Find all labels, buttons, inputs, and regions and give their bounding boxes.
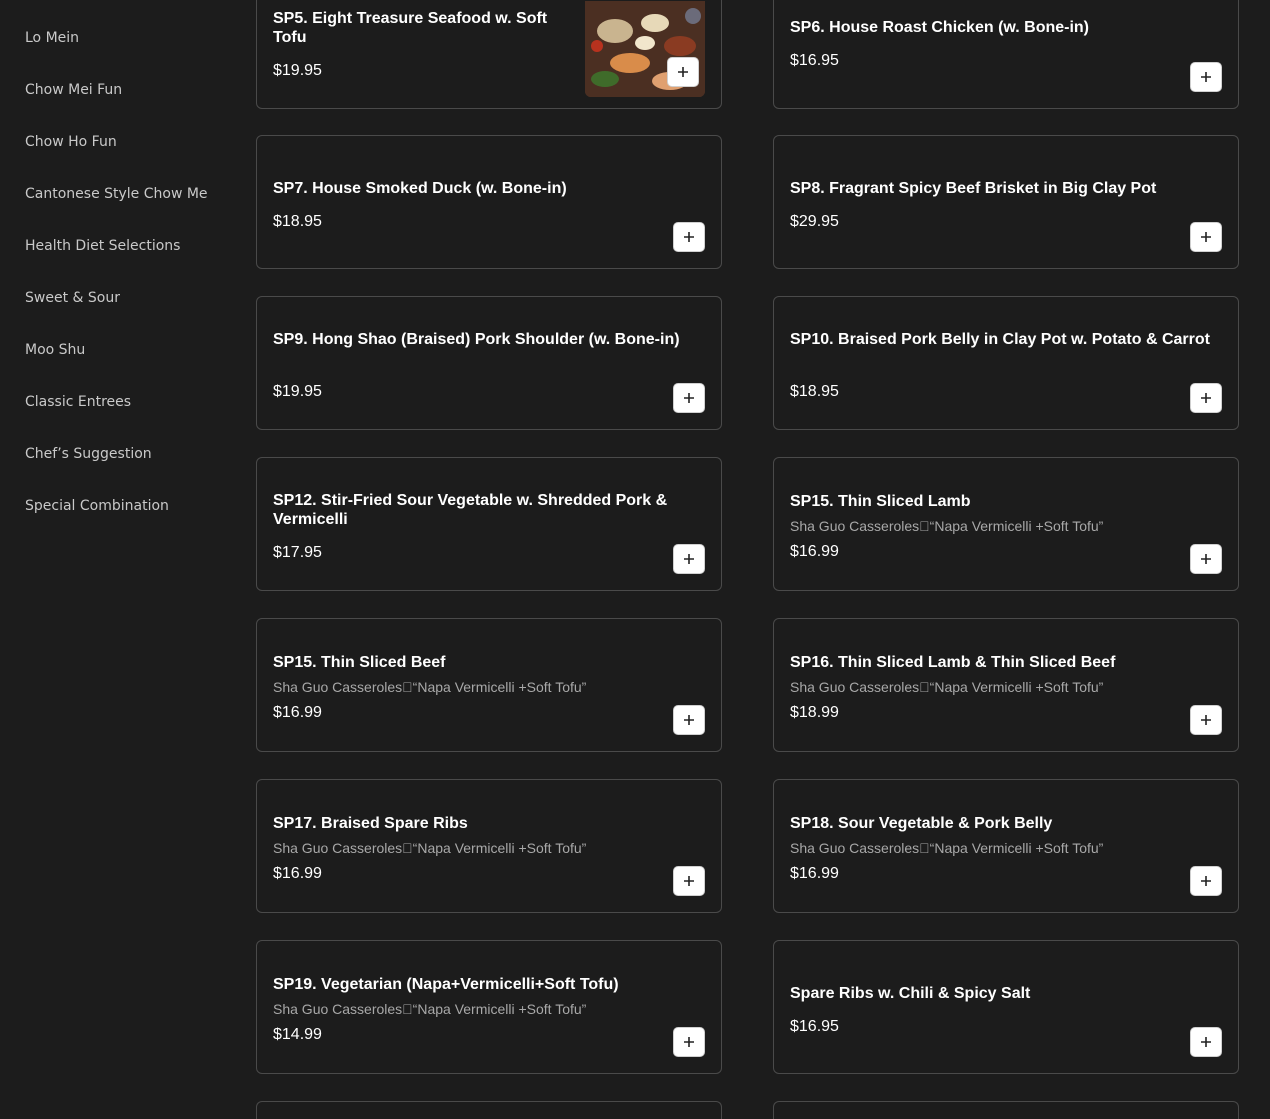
sidebar-item-special-combination[interactable]: Special Combination <box>25 498 230 514</box>
menu-item-card[interactable]: SP10. Braised Pork Belly in Clay Pot w. … <box>773 296 1239 430</box>
plus-icon <box>684 393 694 403</box>
menu-item-title: SP19. Vegetarian (Napa+Vermicelli+Soft T… <box>273 976 619 993</box>
menu-item-title: SP18. Sour Vegetable & Pork Belly <box>790 815 1053 832</box>
add-to-cart-button[interactable] <box>1190 1027 1222 1057</box>
menu-item-price: $16.95 <box>790 1018 839 1035</box>
menu-item-title: SP16. Thin Sliced Lamb & Thin Sliced Bee… <box>790 654 1116 671</box>
plus-icon <box>1201 232 1211 242</box>
add-to-cart-button[interactable] <box>1190 866 1222 896</box>
plus-icon <box>678 67 688 77</box>
add-to-cart-button[interactable] <box>673 383 705 413</box>
menu-item-price: $19.95 <box>273 383 322 400</box>
menu-item-description: Sha Guo Casseroles “Napa Vermicelli +Sof… <box>790 679 1104 695</box>
menu-item-price: $18.95 <box>790 383 839 400</box>
menu-item-card[interactable] <box>256 1101 722 1119</box>
menu-item-card[interactable]: SP15. Thin Sliced Lamb Sha Guo Casserole… <box>773 457 1239 591</box>
plus-icon <box>1201 1037 1211 1047</box>
plus-icon <box>1201 876 1211 886</box>
menu-item-price: $14.99 <box>273 1026 322 1043</box>
sidebar-item-chow-mei-fun[interactable]: Chow Mei Fun <box>25 82 230 98</box>
menu-item-photo <box>585 1 705 97</box>
menu-item-card[interactable]: SP8. Fragrant Spicy Beef Brisket in Big … <box>773 135 1239 269</box>
menu-item-card[interactable] <box>773 1101 1239 1119</box>
menu-item-title: Spare Ribs w. Chili & Spicy Salt <box>790 985 1031 1002</box>
menu-item-card[interactable]: SP15. Thin Sliced Beef Sha Guo Casserole… <box>256 618 722 752</box>
menu-item-title: SP12. Stir-Fried Sour Vegetable w. Shred… <box>273 492 668 528</box>
menu-item-title: SP7. House Smoked Duck (w. Bone-in) <box>273 180 567 197</box>
menu-item-title: SP9. Hong Shao (Braised) Pork Shoulder (… <box>273 331 680 348</box>
sidebar-item-moo-shu[interactable]: Moo Shu <box>25 342 230 358</box>
menu-item-title: SP15. Thin Sliced Lamb <box>790 493 971 510</box>
sidebar-item-chefs-suggestion[interactable]: Chef’s Suggestion <box>25 446 230 462</box>
add-to-cart-button[interactable] <box>1190 383 1222 413</box>
menu-item-title: SP6. House Roast Chicken (w. Bone-in) <box>790 19 1090 36</box>
add-to-cart-button[interactable] <box>667 57 699 87</box>
sidebar-item-cantonese-style-chow-mein[interactable]: Cantonese Style Chow Me <box>25 186 230 202</box>
plus-icon <box>684 1037 694 1047</box>
menu-item-price: $19.95 <box>273 62 322 79</box>
menu-item-title: SP8. Fragrant Spicy Beef Brisket in Big … <box>790 180 1157 197</box>
menu-item-price: $16.99 <box>790 865 839 882</box>
menu-item-price: $16.99 <box>273 865 322 882</box>
add-to-cart-button[interactable] <box>1190 544 1222 574</box>
plus-icon <box>1201 715 1211 725</box>
plus-icon <box>1201 554 1211 564</box>
category-sidebar: Lo Mein Chow Mei Fun Chow Ho Fun Cantone… <box>0 0 240 1119</box>
menu-item-card[interactable]: SP17. Braised Spare Ribs Sha Guo Cassero… <box>256 779 722 913</box>
menu-item-title: SP17. Braised Spare Ribs <box>273 815 468 832</box>
plus-icon <box>1201 72 1211 82</box>
menu-item-title: SP5. Eight Treasure Seafood w. Soft Tofu <box>273 10 548 46</box>
menu-item-card[interactable]: SP12. Stir-Fried Sour Vegetable w. Shred… <box>256 457 722 591</box>
menu-item-title: SP10. Braised Pork Belly in Clay Pot w. … <box>790 331 1210 348</box>
add-to-cart-button[interactable] <box>673 1027 705 1057</box>
plus-icon <box>684 554 694 564</box>
sidebar-item-health-diet[interactable]: Health Diet Selections <box>25 238 230 254</box>
menu-item-price: $18.99 <box>790 704 839 721</box>
plus-icon <box>1201 393 1211 403</box>
add-to-cart-button[interactable] <box>673 544 705 574</box>
sidebar-item-classic-entrees[interactable]: Classic Entrees <box>25 394 230 410</box>
add-to-cart-button[interactable] <box>673 705 705 735</box>
menu-item-price: $29.95 <box>790 213 839 230</box>
add-to-cart-button[interactable] <box>673 222 705 252</box>
menu-item-card[interactable]: SP6. House Roast Chicken (w. Bone-in) $1… <box>773 0 1239 109</box>
menu-item-title: SP15. Thin Sliced Beef <box>273 654 446 671</box>
menu-item-card[interactable]: SP5. Eight Treasure Seafood w. Soft Tofu… <box>256 0 722 109</box>
add-to-cart-button[interactable] <box>1190 222 1222 252</box>
sidebar-item-sweet-sour[interactable]: Sweet & Sour <box>25 290 230 306</box>
menu-item-price: $16.99 <box>790 543 839 560</box>
menu-item-description: Sha Guo Casseroles “Napa Vermicelli +Sof… <box>273 840 587 856</box>
add-to-cart-button[interactable] <box>1190 62 1222 92</box>
menu-item-card[interactable]: SP7. House Smoked Duck (w. Bone-in) $18.… <box>256 135 722 269</box>
menu-item-description: Sha Guo Casseroles “Napa Vermicelli +Sof… <box>273 679 587 695</box>
menu-item-card[interactable]: Spare Ribs w. Chili & Spicy Salt $16.95 <box>773 940 1239 1074</box>
sidebar-item-lo-mein[interactable]: Lo Mein <box>25 30 230 46</box>
menu-item-price: $17.95 <box>273 544 322 561</box>
menu-item-price: $16.99 <box>273 704 322 721</box>
menu-item-card[interactable]: SP19. Vegetarian (Napa+Vermicelli+Soft T… <box>256 940 722 1074</box>
menu-item-card[interactable]: SP16. Thin Sliced Lamb & Thin Sliced Bee… <box>773 618 1239 752</box>
menu-item-price: $18.95 <box>273 213 322 230</box>
plus-icon <box>684 876 694 886</box>
add-to-cart-button[interactable] <box>1190 705 1222 735</box>
menu-item-description: Sha Guo Casseroles “Napa Vermicelli +Sof… <box>790 840 1104 856</box>
plus-icon <box>684 232 694 242</box>
add-to-cart-button[interactable] <box>673 866 705 896</box>
menu-item-price: $16.95 <box>790 52 839 69</box>
menu-item-card[interactable]: SP9. Hong Shao (Braised) Pork Shoulder (… <box>256 296 722 430</box>
sidebar-item-chow-ho-fun[interactable]: Chow Ho Fun <box>25 134 230 150</box>
plus-icon <box>684 715 694 725</box>
menu-item-card[interactable]: SP18. Sour Vegetable & Pork Belly Sha Gu… <box>773 779 1239 913</box>
menu-item-description: Sha Guo Casseroles “Napa Vermicelli +Sof… <box>790 518 1104 534</box>
menu-item-description: Sha Guo Casseroles “Napa Vermicelli +Sof… <box>273 1001 587 1017</box>
